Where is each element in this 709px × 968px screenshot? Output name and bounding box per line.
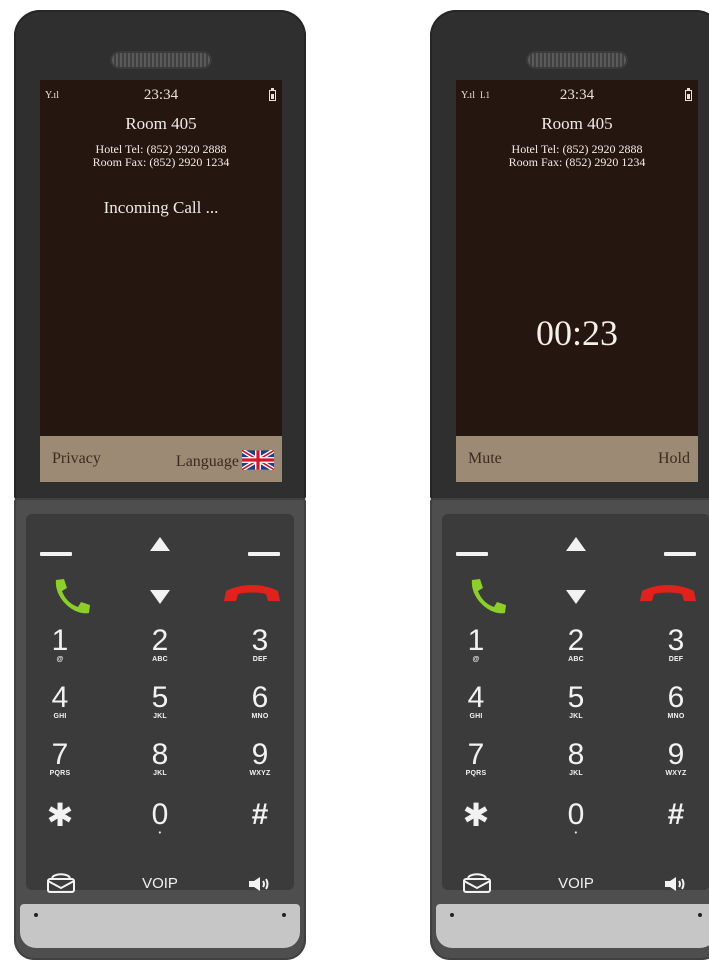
language-label: Language [175, 453, 239, 470]
battery-icon [269, 88, 276, 101]
phone-incoming-call: Y.ıl 23:34 Room 405 Hotel Tel: (852) 292… [14, 10, 306, 960]
earpiece-speaker [112, 53, 210, 67]
base-screw [282, 913, 286, 917]
phone-base [20, 904, 300, 948]
privacy-soft-key[interactable]: Privacy [52, 450, 101, 468]
nav-down-arrow-icon[interactable] [565, 589, 587, 610]
key-1[interactable]: 1 @ [446, 626, 506, 664]
keypad: 1 @ 2 ABC 3 DEF 4 GHI 5 JKL 6 MNO 7 PQRS 8 JKL 9… [26, 514, 294, 893]
clock: 23:34 [143, 87, 179, 103]
call-answer-icon[interactable] [466, 576, 508, 623]
phone-active-call: Y.ıl L1 23:34 Room 405 Hotel Tel: (852) … [430, 10, 709, 960]
key-7[interactable]: 7 PQRS [446, 740, 506, 778]
earpiece-speaker [528, 53, 626, 67]
key-8[interactable]: 8 JKL [546, 740, 606, 778]
nav-up-arrow-icon[interactable] [149, 536, 171, 557]
phone-upper-body: Y.ıl L1 23:34 Room 405 Hotel Tel: (852) … [430, 10, 709, 500]
key-3[interactable]: 3 DEF [646, 626, 706, 664]
left-soft-key[interactable] [456, 552, 488, 556]
room-fax: Room Fax: (852) 2920 1234 [508, 155, 646, 169]
key-7[interactable]: 7 PQRS [30, 740, 90, 778]
phone-screen: Y.ıl 23:34 Room 405 Hotel Tel: (852) 292… [40, 80, 282, 482]
phone-base [436, 904, 709, 948]
key-4[interactable]: 4 GHI [30, 683, 90, 721]
key-0[interactable]: 0 • [130, 800, 190, 838]
speaker-icon[interactable] [664, 876, 688, 897]
language-soft-key[interactable]: Language [175, 448, 276, 475]
phone-lower-body: 1 @ 2 ABC 3 DEF 4 GHI 5 JKL 6 MNO 7 PQRS 8 JKL 9… [430, 498, 709, 960]
call-status-text: Incoming Call ... [103, 198, 219, 217]
voicemail-icon[interactable] [46, 872, 76, 899]
uk-flag-icon [240, 448, 276, 475]
key-star[interactable]: ✱ [30, 799, 90, 831]
hold-soft-key[interactable]: Hold [658, 450, 690, 468]
speaker-icon[interactable] [248, 876, 272, 897]
nav-up-arrow-icon[interactable] [565, 536, 587, 557]
keypad: 1 @ 2 ABC 3 DEF 4 GHI 5 JKL 6 MNO 7 PQRS 8 JKL 9… [442, 514, 709, 893]
key-2[interactable]: 2 ABC [130, 626, 190, 664]
key-9[interactable]: 9 WXYZ [646, 740, 706, 778]
right-soft-key[interactable] [664, 552, 696, 556]
key-star[interactable]: ✱ [446, 799, 506, 831]
battery-icon [685, 88, 692, 101]
key-9[interactable]: 9 WXYZ [230, 740, 290, 778]
mute-soft-key[interactable]: Mute [468, 450, 502, 468]
soft-key-bar: Privacy Language [40, 436, 282, 482]
room-fax: Room Fax: (852) 2920 1234 [92, 155, 230, 169]
call-timer: 00:23 [535, 313, 618, 353]
call-answer-icon[interactable] [50, 576, 92, 623]
key-hash[interactable]: # [230, 800, 290, 830]
left-soft-key[interactable] [40, 552, 72, 556]
phone-screen: Y.ıl L1 23:34 Room 405 Hotel Tel: (852) … [456, 80, 698, 482]
key-3[interactable]: 3 DEF [230, 626, 290, 664]
call-end-icon[interactable] [638, 581, 698, 610]
key-6[interactable]: 6 MNO [646, 683, 706, 721]
phone-lower-body: 1 @ 2 ABC 3 DEF 4 GHI 5 JKL 6 MNO 7 PQRS 8 JKL 9… [14, 498, 306, 960]
clock: 23:34 [559, 87, 595, 103]
base-screw [450, 913, 454, 917]
key-0[interactable]: 0 • [546, 800, 606, 838]
soft-key-bar: Mute Hold [456, 436, 698, 482]
phone-upper-body: Y.ıl 23:34 Room 405 Hotel Tel: (852) 292… [14, 10, 306, 500]
room-label: Room 405 [541, 114, 613, 133]
base-screw [34, 913, 38, 917]
status-bar: Y.ıl 23:34 [40, 87, 282, 104]
nav-down-arrow-icon[interactable] [149, 589, 171, 610]
voip-button[interactable]: VOIP [130, 875, 190, 892]
call-end-icon[interactable] [222, 581, 282, 610]
key-2[interactable]: 2 ABC [546, 626, 606, 664]
voip-button[interactable]: VOIP [546, 875, 606, 892]
key-8[interactable]: 8 JKL [130, 740, 190, 778]
key-5[interactable]: 5 JKL [130, 683, 190, 721]
status-bar: Y.ıl L1 23:34 [456, 87, 698, 104]
hotel-contact-info: Hotel Tel: (852) 2920 2888 Room Fax: (85… [40, 143, 282, 169]
hotel-contact-info: Hotel Tel: (852) 2920 2888 Room Fax: (85… [456, 143, 698, 169]
room-label: Room 405 [125, 114, 197, 133]
key-6[interactable]: 6 MNO [230, 683, 290, 721]
key-4[interactable]: 4 GHI [446, 683, 506, 721]
key-5[interactable]: 5 JKL [546, 683, 606, 721]
key-1[interactable]: 1 @ [30, 626, 90, 664]
right-soft-key[interactable] [248, 552, 280, 556]
key-hash[interactable]: # [646, 800, 706, 830]
voicemail-icon[interactable] [462, 872, 492, 899]
base-screw [698, 913, 702, 917]
